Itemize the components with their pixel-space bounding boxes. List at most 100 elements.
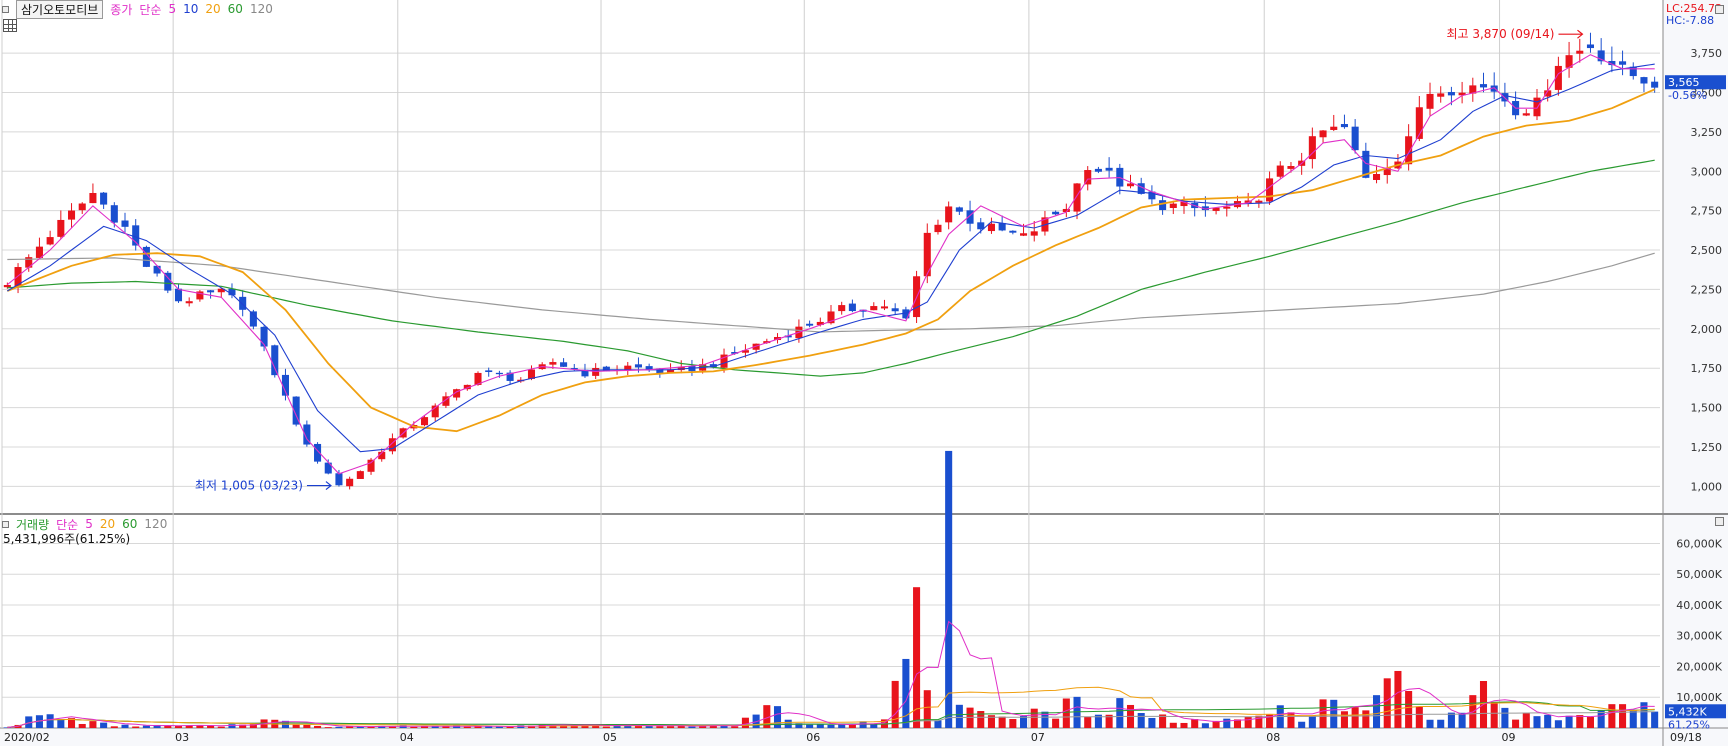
candle-down — [977, 222, 985, 230]
volume-bar — [303, 725, 311, 728]
candle-down — [1052, 211, 1060, 215]
candle-up — [1319, 130, 1327, 138]
volume-bar — [1586, 716, 1595, 728]
volume-tick-label: 60,000K — [1676, 537, 1722, 550]
candle-down — [806, 323, 814, 326]
price-tick-label: 1,250 — [1691, 441, 1723, 454]
volume-bar — [848, 724, 856, 728]
date-axis-background — [0, 728, 1728, 746]
volume-bar — [913, 587, 921, 728]
candle-up — [1276, 165, 1284, 177]
volume-bar — [1020, 716, 1028, 728]
last-date-label: 09/18 — [1670, 731, 1702, 744]
volume-bar — [1501, 707, 1509, 728]
candle-down — [1479, 84, 1488, 88]
volume-bar — [955, 704, 963, 728]
price-tick-label: 1,500 — [1691, 402, 1723, 415]
volume-bar — [1576, 715, 1584, 728]
volume-bar — [1169, 722, 1177, 728]
month-label: 05 — [603, 731, 617, 744]
volume-bar — [1298, 721, 1306, 728]
volume-bar — [78, 723, 86, 728]
month-label: 04 — [400, 731, 414, 744]
candle-up — [1437, 93, 1445, 97]
volume-bar — [998, 716, 1006, 728]
volume-bar — [1522, 713, 1530, 728]
candle-up — [1073, 183, 1081, 212]
candle-down — [1159, 200, 1167, 211]
current-volume: 5,431,996주(61.25%) — [3, 532, 131, 546]
volume-bar — [1148, 717, 1156, 728]
candle-up — [870, 306, 878, 311]
volume-bar — [110, 726, 118, 728]
ma10-period: 10 — [183, 2, 199, 16]
volume-bar — [645, 725, 653, 728]
candle-down — [271, 345, 279, 376]
candle-up — [1576, 50, 1584, 54]
month-label: 09 — [1502, 731, 1516, 744]
volume-bar — [1533, 716, 1541, 728]
volume-bar — [1373, 695, 1381, 728]
candle-down — [1351, 126, 1359, 151]
ma60-period: 60 — [227, 2, 243, 16]
volume-bar — [1554, 720, 1562, 728]
volume-tick-label: 30,000K — [1676, 630, 1722, 643]
candle-up — [420, 417, 429, 426]
volume-bar — [1565, 715, 1573, 728]
volume-bar — [1223, 718, 1231, 728]
volume-bar — [196, 725, 204, 728]
volume-bar — [292, 724, 300, 728]
candle-down — [1651, 81, 1659, 88]
candle-down — [110, 205, 118, 223]
price-panel-corner-icon[interactable] — [1715, 5, 1724, 14]
volume-bar — [1458, 712, 1466, 728]
volume-panel-corner-icon[interactable] — [1715, 517, 1724, 526]
candle-down — [560, 362, 568, 367]
volume-bar — [1084, 716, 1092, 728]
stock-chart[interactable]: 1,000 1,250 1,500 1,750 2,000 2,250 2,500 2,750… — [0, 0, 1728, 746]
candle-up — [1426, 93, 1434, 109]
candle-down — [1640, 77, 1648, 84]
candle-down — [1105, 167, 1113, 171]
candle-down — [239, 296, 247, 310]
candle-up — [346, 478, 354, 487]
stock-name[interactable]: 삼기오토모티브 — [16, 0, 104, 19]
high-annotation: 최고 3,870 (09/14) — [1446, 27, 1554, 41]
candle-up — [838, 305, 846, 312]
volume-bar — [324, 727, 332, 728]
candle-down — [174, 288, 183, 302]
volume-bar — [89, 721, 97, 728]
month-label: 06 — [806, 731, 820, 744]
ma120-period: 120 — [249, 2, 273, 16]
ma20-period: 20 — [205, 2, 221, 16]
volume-bar — [1073, 696, 1081, 728]
volume-bar — [1544, 714, 1552, 728]
volume-bar — [164, 725, 172, 728]
candle-up — [880, 306, 889, 309]
volume-tick-label: 10,000K — [1676, 691, 1722, 704]
volume-bar — [1651, 711, 1659, 728]
volume-bar — [57, 719, 65, 728]
volume-bar — [1490, 702, 1498, 728]
volume-bar — [1447, 712, 1455, 728]
volume-bar — [142, 725, 150, 728]
volume-bar — [827, 724, 835, 728]
candle-up — [1169, 203, 1177, 208]
volume-panel-toggle-icon[interactable] — [2, 520, 9, 528]
candle-down — [848, 303, 856, 312]
volume-bar — [923, 690, 931, 728]
table-grid-icon[interactable] — [3, 19, 17, 32]
low-annotation: 최저 1,005 (03/23) — [195, 479, 303, 493]
candle-down — [335, 473, 343, 486]
vol-ma20-period: 20 — [99, 517, 116, 531]
volume-bar — [100, 722, 108, 728]
candle-down — [1447, 92, 1455, 96]
volume-bar — [688, 726, 696, 728]
volume-bar — [1308, 715, 1316, 728]
vol-ma120-period: 120 — [144, 517, 168, 531]
volume-bar — [1394, 670, 1402, 728]
volume-bar — [1512, 719, 1520, 728]
candle-up — [1330, 126, 1338, 130]
volume-bar — [1009, 719, 1017, 728]
panel-toggle-icon[interactable] — [2, 5, 9, 13]
